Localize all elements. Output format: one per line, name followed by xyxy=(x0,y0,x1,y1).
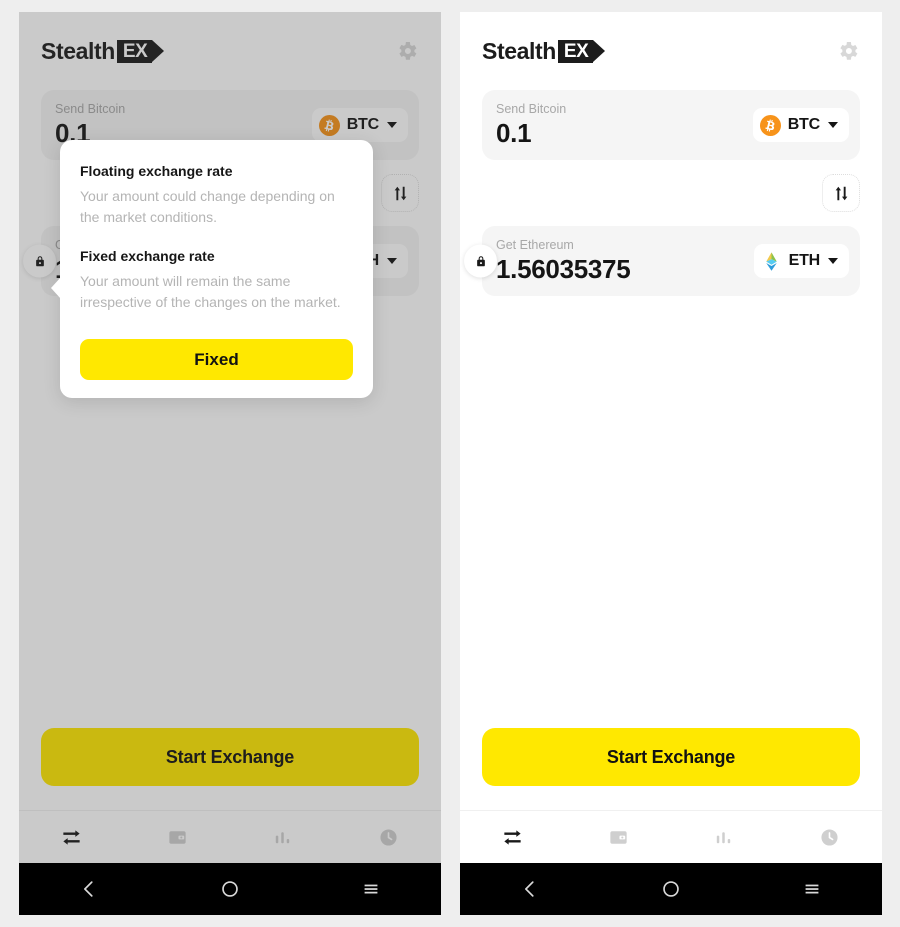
swap-horizontal-icon xyxy=(63,829,80,845)
floating-rate-group: Floating exchange rate Your amount could… xyxy=(80,162,353,228)
app-screen-right: Stealth EX Send Bitcoin 0.1 BTC Get Ethe… xyxy=(460,12,882,810)
logo-ex-text: EX xyxy=(557,39,594,63)
android-system-nav xyxy=(460,863,882,915)
floating-rate-description: Your amount could change depending on th… xyxy=(80,188,335,225)
menu-recents-icon xyxy=(364,884,378,894)
swap-vertical-icon xyxy=(394,186,406,200)
lock-closed-icon xyxy=(476,255,485,266)
logo-ex-badge: EX xyxy=(557,39,606,63)
tab-exchange[interactable] xyxy=(460,826,566,849)
get-coin-selector[interactable]: ETH xyxy=(753,244,849,278)
exchange-rate-info-popover: Floating exchange rate Your amount could… xyxy=(51,140,373,398)
logo-arrow-tip xyxy=(152,40,165,62)
send-field[interactable]: Send Bitcoin 0.1 BTC xyxy=(482,90,860,160)
wallet-icon xyxy=(169,830,186,844)
get-coin-symbol: ETH xyxy=(788,252,821,269)
tab-history[interactable] xyxy=(777,826,883,849)
chevron-down-icon xyxy=(828,258,838,264)
system-home-button[interactable] xyxy=(160,878,301,900)
floating-rate-title: Floating exchange rate xyxy=(80,163,233,179)
bottom-tab-bar xyxy=(460,810,882,863)
clock-icon xyxy=(380,828,397,846)
bar-chart-icon xyxy=(717,831,731,843)
bitcoin-icon xyxy=(318,114,340,136)
wallet-icon xyxy=(610,830,627,844)
start-exchange-button[interactable]: Start Exchange xyxy=(482,728,860,786)
swap-horizontal-icon xyxy=(504,829,521,845)
gear-icon xyxy=(399,42,417,60)
rate-type-lock-button[interactable] xyxy=(23,244,56,278)
tab-history[interactable] xyxy=(336,826,442,849)
settings-button[interactable] xyxy=(836,39,860,63)
android-system-nav xyxy=(19,863,441,915)
send-coin-selector[interactable]: BTC xyxy=(752,108,849,142)
start-exchange-button[interactable]: Start Exchange xyxy=(41,728,419,786)
settings-button[interactable] xyxy=(395,39,419,63)
send-coin-symbol: BTC xyxy=(787,116,820,133)
logo-ex-text: EX xyxy=(116,39,153,63)
system-back-button[interactable] xyxy=(460,878,601,900)
fixed-rate-button[interactable]: Fixed xyxy=(80,339,353,380)
logo-arrow-tip xyxy=(593,40,606,62)
circle-home-icon xyxy=(222,881,238,897)
lock-closed-icon xyxy=(35,255,44,266)
send-coin-symbol: BTC xyxy=(346,116,379,133)
menu-recents-icon xyxy=(805,884,819,894)
get-field[interactable]: Get Ethereum 1.56035375 ETH xyxy=(464,226,860,296)
chevron-back-icon xyxy=(84,881,93,897)
bottom-tab-bar xyxy=(19,810,441,863)
tab-exchange[interactable] xyxy=(19,826,125,849)
fixed-rate-title: Fixed exchange rate xyxy=(80,248,215,264)
tab-wallet[interactable] xyxy=(566,826,672,849)
tab-rates[interactable] xyxy=(230,826,336,849)
system-home-button[interactable] xyxy=(601,878,742,900)
screenshot-stage: Stealth EX Send Bitcoin 0.1 BTC Start Ex… xyxy=(0,0,900,927)
app-header: Stealth EX xyxy=(41,12,419,90)
logo-wordmark: Stealth xyxy=(482,37,556,64)
bitcoin-icon xyxy=(759,114,781,136)
gear-icon xyxy=(840,42,858,60)
phone-screen-left: Stealth EX Send Bitcoin 0.1 BTC Start Ex… xyxy=(19,12,441,915)
ethereum-icon xyxy=(765,251,777,271)
app-logo: Stealth EX xyxy=(482,37,606,65)
app-screen-left: Stealth EX Send Bitcoin 0.1 BTC Start Ex… xyxy=(19,12,441,810)
send-coin-selector[interactable]: BTC xyxy=(311,108,408,142)
system-back-button[interactable] xyxy=(19,878,160,900)
app-logo: Stealth EX xyxy=(41,37,165,65)
circle-home-icon xyxy=(663,881,679,897)
system-recents-button[interactable] xyxy=(300,878,441,900)
chevron-down-icon xyxy=(387,258,397,264)
bar-chart-icon xyxy=(276,831,290,843)
logo-wordmark: Stealth xyxy=(41,37,115,64)
tab-wallet[interactable] xyxy=(125,826,231,849)
chevron-down-icon xyxy=(387,122,397,128)
chevron-down-icon xyxy=(828,122,838,128)
swap-direction-button[interactable] xyxy=(822,174,860,212)
rate-type-lock-button[interactable] xyxy=(464,244,497,278)
clock-icon xyxy=(821,828,838,846)
logo-ex-badge: EX xyxy=(116,39,165,63)
phone-screen-right: Stealth EX Send Bitcoin 0.1 BTC Get Ethe… xyxy=(460,12,882,915)
swap-vertical-icon xyxy=(835,186,847,200)
app-header: Stealth EX xyxy=(482,12,860,90)
fixed-rate-group: Fixed exchange rate Your amount will rem… xyxy=(80,247,353,313)
tab-rates[interactable] xyxy=(671,826,777,849)
system-recents-button[interactable] xyxy=(741,878,882,900)
fixed-rate-description: Your amount will remain the same irrespe… xyxy=(80,273,341,310)
swap-direction-button[interactable] xyxy=(381,174,419,212)
chevron-back-icon xyxy=(525,881,534,897)
swap-row xyxy=(482,160,860,226)
